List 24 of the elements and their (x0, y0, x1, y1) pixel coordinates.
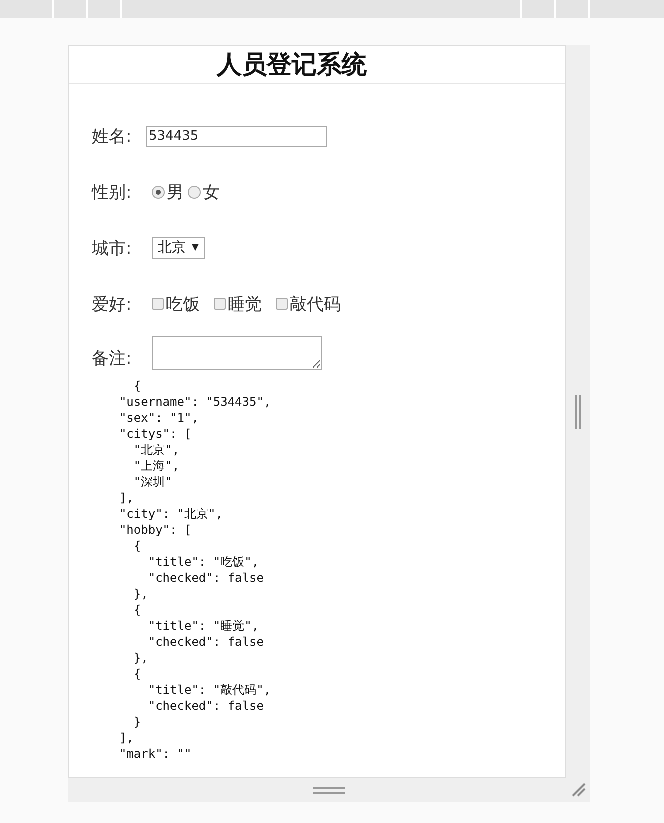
field-label: 城市: (92, 238, 133, 260)
page-title: 人员登记系统 (217, 49, 367, 81)
radio-label: 女 (203, 182, 220, 204)
remark-textarea[interactable] (152, 336, 322, 370)
field-label: 爱好: (92, 294, 133, 316)
radio-label: 男 (167, 182, 184, 204)
radio-button[interactable] (152, 186, 165, 198)
json-output: { "username": "534435", "sex": "1", "citys": [ "北京", "上海", "深圳" ], "city": "北京", "hobby": [ { "title": "吃饭", "checked": false }, { "title": "睡觉", "checked": false }, { "title": "敲代码", "checked": false } ], "mark": "" (118, 378, 272, 762)
checkbox-label: 吃饭 (166, 294, 200, 316)
drag-handle-icon (574, 395, 582, 429)
radio-button[interactable] (188, 186, 201, 198)
checkbox-label: 敲代码 (290, 294, 341, 316)
city-select[interactable]: 北京 ▼ (152, 237, 205, 259)
name-input[interactable]: 534435 (146, 126, 327, 146)
field-label: 性别: (92, 182, 133, 204)
field-label: 姓名: (92, 126, 133, 148)
drag-handle-icon (313, 786, 345, 794)
checkbox[interactable] (152, 298, 164, 310)
checkbox[interactable] (214, 298, 226, 310)
field-label: 备注: (92, 348, 133, 370)
caret-icon: ▼ (192, 243, 199, 253)
checkbox-label: 睡觉 (228, 294, 262, 316)
resize-grip-icon (572, 783, 586, 797)
checkbox[interactable] (276, 298, 288, 310)
